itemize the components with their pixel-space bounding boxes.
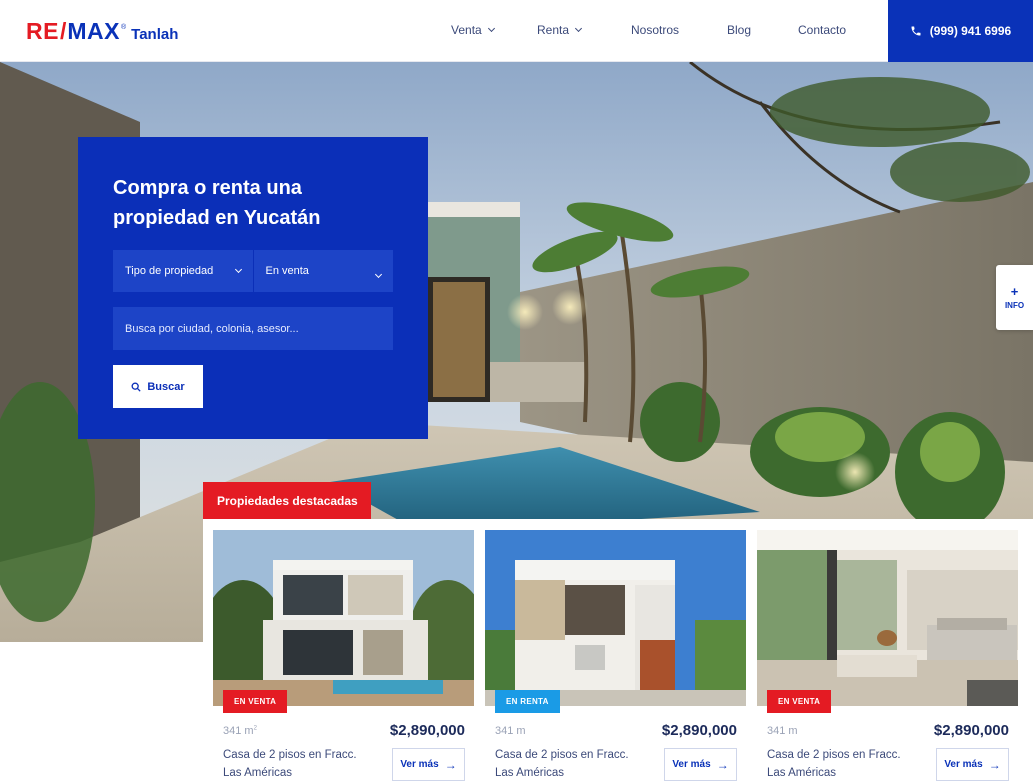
logo-slash: / [59,18,67,44]
property-price: $2,890,000 [933,722,1009,739]
chevron-down-icon [374,270,383,278]
phone-button[interactable]: (999) 941 6996 [888,0,1033,62]
property-title[interactable]: Casa de 2 pisos en Fracc. Las Américas [223,746,373,782]
property-type-value: Tipo de propiedad [125,265,214,277]
nav-item-label: Venta [451,23,482,37]
operation-select[interactable]: En venta [252,250,394,292]
view-more-button[interactable]: Ver más → [664,748,737,781]
chevron-down-icon [234,265,242,274]
nav-item-renta[interactable]: Renta [537,23,583,37]
phone-icon [911,26,921,36]
arrow-right-icon: → [988,757,1001,772]
arrow-right-icon: → [716,757,729,772]
area-value: 341 m [767,725,798,737]
property-title[interactable]: Casa de 2 pisos en Fracc. Las Américas [767,746,917,782]
chevron-down-icon [574,24,583,33]
chevron-down-icon [487,24,495,33]
nav-item-label: Contacto [798,23,847,37]
view-more-label: Ver más [400,759,439,770]
area-value: 341 m [495,725,526,737]
featured-heading: Propiedades destacadas [203,482,371,519]
property-card[interactable]: EN VENTA 341 m2 $2,890,000 Casa de 2 pis… [213,530,474,783]
property-area: 341 m2 [223,725,257,737]
status-badge: EN VENTA [223,690,288,713]
search-filters: Tipo de propiedad En venta [113,250,393,292]
property-title[interactable]: Casa de 2 pisos en Fracc. Las Américas [495,746,645,782]
nav-item-nosotros[interactable]: Nosotros [631,23,679,37]
view-more-label: Ver más [944,759,983,770]
property-area: 341 m [495,725,526,737]
site-header: RE / MAX ® Tanlah Venta Renta Nosotros B… [0,0,1033,62]
property-area: 341 m [767,725,798,737]
status-badge: EN RENTA [495,690,560,713]
search-button[interactable]: Buscar [113,365,203,408]
view-more-button[interactable]: Ver más → [936,748,1009,781]
property-card[interactable]: EN RENTA 341 m $2,890,000 Casa de 2 piso… [485,530,746,783]
plus-icon: + [1010,283,1019,299]
remax-logo[interactable]: RE / MAX ® Tanlah [26,18,178,45]
logo-max: MAX [67,18,120,44]
status-badge: EN VENTA [767,690,832,713]
phone-number: (999) 941 6996 [929,24,1012,38]
property-photo[interactable] [757,530,1018,706]
info-tab[interactable]: + INFO [996,265,1033,330]
property-type-select[interactable]: Tipo de propiedad [113,250,253,292]
info-label: INFO [1004,300,1025,310]
property-photo[interactable] [485,530,746,706]
nav-item-venta[interactable]: Venta [451,23,495,37]
property-price: $2,890,000 [389,722,465,739]
operation-value: En venta [265,265,309,277]
view-more-button[interactable]: Ver más → [392,748,465,781]
logo-office-name: Tanlah [131,26,179,43]
search-input[interactable]: Busca por ciudad, colonia, asesor... [113,307,393,350]
search-button-label: Buscar [147,380,185,393]
hero-title: Compra o renta una propiedad en Yucatán [113,177,321,229]
nav-item-label: Nosotros [631,23,680,37]
property-price: $2,890,000 [661,722,737,739]
arrow-right-icon: → [444,757,457,772]
view-more-label: Ver más [672,759,711,770]
area-value: 341 m [223,725,254,737]
area-unit-superscript: 2 [253,725,257,732]
search-icon [131,382,141,392]
nav-item-contacto[interactable]: Contacto [798,23,846,37]
nav-item-label: Renta [537,23,570,37]
search-panel: Compra o renta una propiedad en Yucatán … [78,137,428,439]
nav-item-label: Blog [727,23,752,37]
logo-registered-mark: ® [120,24,127,31]
logo-re: RE [26,18,59,44]
property-card[interactable]: EN VENTA 341 m $2,890,000 Casa de 2 piso… [757,530,1018,783]
property-photo[interactable] [213,530,474,706]
nav-item-blog[interactable]: Blog [727,23,751,37]
